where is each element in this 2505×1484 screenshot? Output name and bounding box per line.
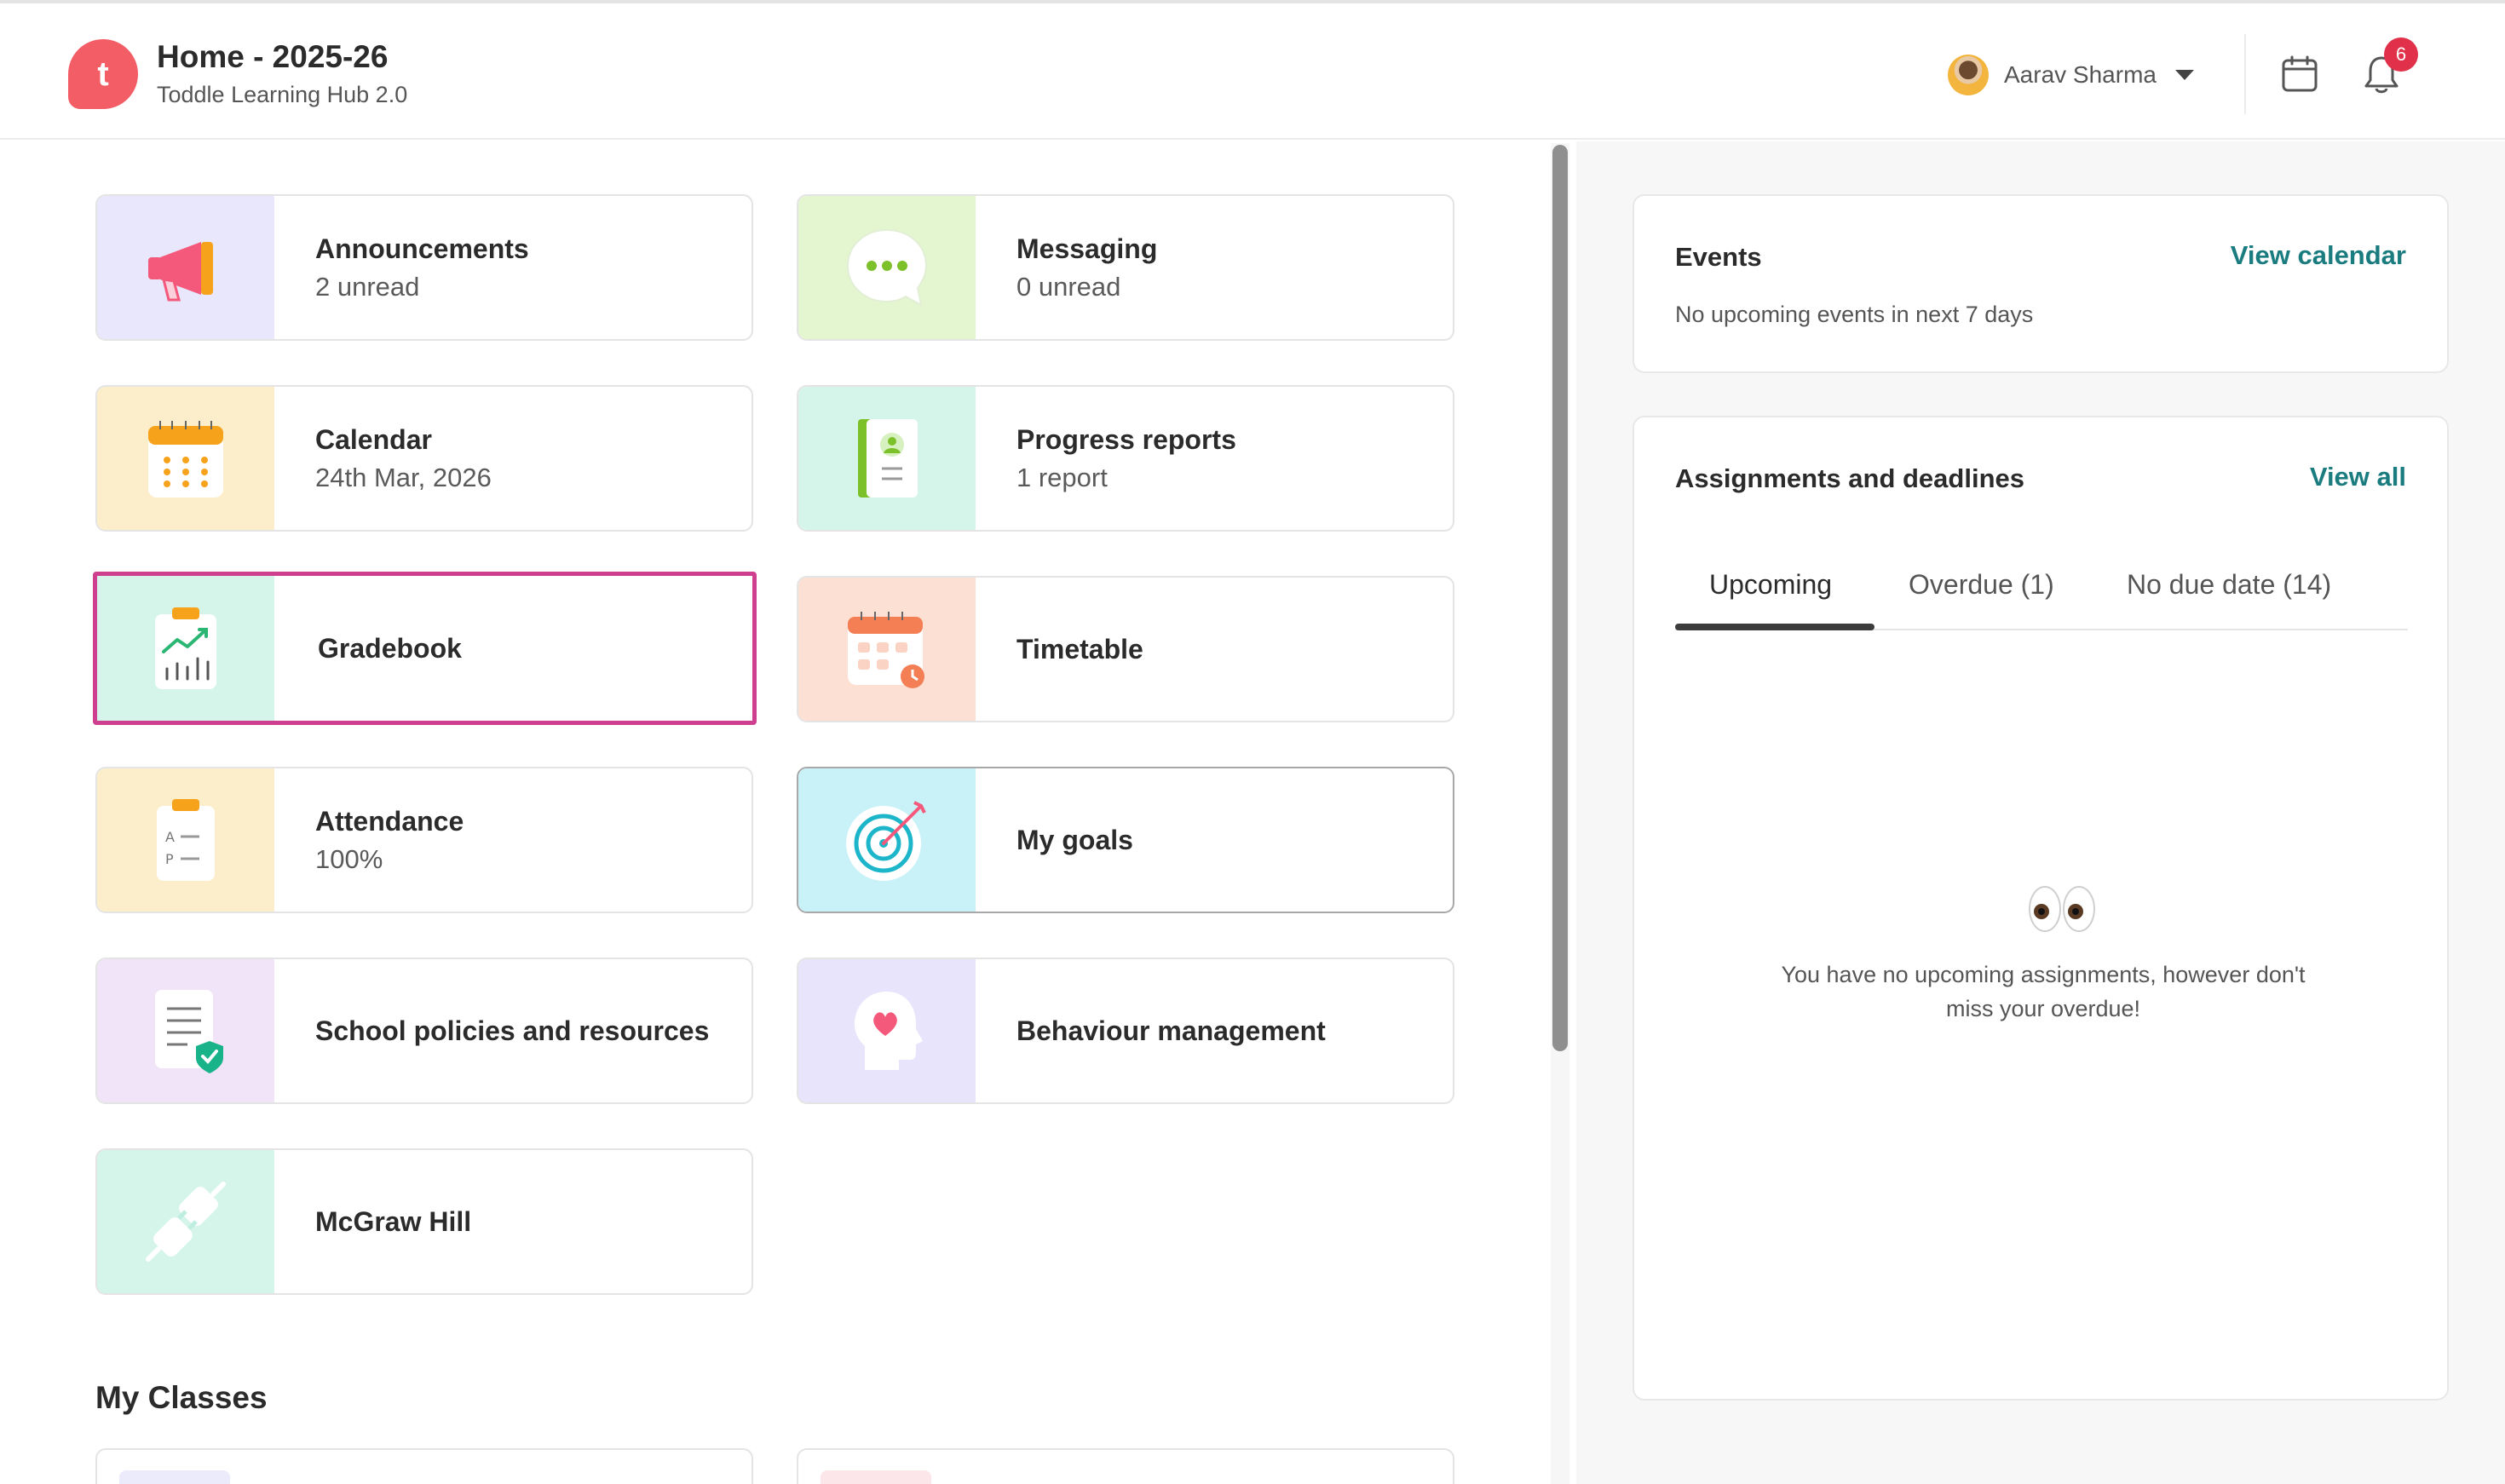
tile-title: McGraw Hill bbox=[315, 1205, 472, 1237]
tab-no-due-date[interactable]: No due date (14) bbox=[2127, 569, 2331, 601]
events-empty-text: No upcoming events in next 7 days bbox=[1675, 302, 2034, 327]
tile-messaging[interactable]: Messaging 0 unread bbox=[797, 194, 1454, 341]
events-card: Events View calendar No upcoming events … bbox=[1633, 194, 2449, 373]
tile-title: Calendar bbox=[315, 423, 432, 455]
tile-school-policies[interactable]: School policies and resources bbox=[95, 958, 753, 1104]
tile-title: Behaviour management bbox=[1016, 1015, 1326, 1046]
app-subtitle: Toddle Learning Hub 2.0 bbox=[157, 82, 408, 107]
tab-overdue[interactable]: Overdue (1) bbox=[1909, 569, 2054, 601]
class-card-thumb bbox=[119, 1470, 230, 1484]
tile-subtitle: 100% bbox=[315, 843, 383, 874]
notification-badge: 6 bbox=[2384, 37, 2418, 72]
gradebook-chart-icon bbox=[155, 607, 216, 689]
target-icon bbox=[846, 801, 926, 881]
attendance-clipboard-icon: A P bbox=[157, 799, 215, 881]
tile-subtitle: 2 unread bbox=[315, 271, 420, 302]
megaphone-icon bbox=[148, 242, 213, 302]
tile-title: Attendance bbox=[315, 805, 464, 837]
tile-mcgraw-hill[interactable]: McGraw Hill bbox=[95, 1148, 753, 1295]
top-header: t Home - 2025-26 Toddle Learning Hub 2.0… bbox=[0, 0, 2505, 140]
tab-upcoming[interactable]: Upcoming bbox=[1709, 569, 1832, 601]
eyes-icon bbox=[2029, 886, 2095, 932]
user-menu[interactable]: Aarav Sharma bbox=[1948, 53, 2194, 97]
class-card-thumb bbox=[821, 1470, 931, 1484]
avatar bbox=[1948, 55, 1989, 95]
tile-behaviour-management[interactable]: Behaviour management bbox=[797, 958, 1454, 1104]
tile-subtitle: 24th Mar, 2026 bbox=[315, 462, 492, 492]
head-heart-icon bbox=[855, 992, 923, 1070]
assignments-title: Assignments and deadlines bbox=[1675, 463, 2024, 493]
class-card[interactable] bbox=[797, 1448, 1454, 1484]
assignments-empty-line: You have no upcoming assignments, howeve… bbox=[1781, 962, 2306, 987]
tile-timetable[interactable]: Timetable bbox=[797, 576, 1454, 722]
report-book-icon bbox=[858, 419, 918, 498]
tile-gradebook[interactable]: Gradebook bbox=[93, 572, 757, 725]
timetable-icon bbox=[848, 612, 924, 688]
active-tab-indicator bbox=[1675, 624, 1874, 630]
my-classes-heading: My Classes bbox=[95, 1380, 268, 1415]
tile-title: Announcements bbox=[315, 233, 529, 264]
calendar-grid-icon bbox=[148, 421, 223, 498]
user-name: Aarav Sharma bbox=[2004, 61, 2157, 88]
tile-subtitle: 1 report bbox=[1016, 462, 1108, 492]
tile-title: Timetable bbox=[1016, 633, 1143, 664]
toddle-logo[interactable]: t bbox=[68, 39, 138, 109]
tile-title: Messaging bbox=[1016, 233, 1158, 264]
tile-title: My goals bbox=[1016, 824, 1133, 855]
tile-title: School policies and resources bbox=[315, 1015, 710, 1046]
calendar-icon[interactable] bbox=[2280, 55, 2319, 94]
tile-attendance[interactable]: A P Attendance 100% bbox=[95, 767, 753, 913]
plug-icon bbox=[146, 1182, 226, 1262]
assignments-empty-line: miss your overdue! bbox=[1945, 996, 2141, 1021]
class-card[interactable] bbox=[95, 1448, 753, 1484]
view-all-link[interactable]: View all bbox=[2310, 462, 2406, 492]
tile-title: Progress reports bbox=[1016, 423, 1236, 455]
view-calendar-link[interactable]: View calendar bbox=[2231, 240, 2406, 271]
right-pane: Events View calendar No upcoming events … bbox=[1576, 141, 2505, 1484]
svg-text:A: A bbox=[165, 829, 175, 845]
chevron-down-icon bbox=[2174, 70, 2194, 80]
tile-calendar[interactable]: Calendar 24th Mar, 2026 bbox=[95, 385, 753, 532]
tile-announcements[interactable]: Announcements 2 unread bbox=[95, 194, 753, 341]
page-title: Home - 2025-26 bbox=[157, 39, 389, 74]
svg-text:P: P bbox=[165, 851, 174, 867]
assignment-tabs: Upcoming Overdue (1) No due date (14) bbox=[1675, 545, 2408, 630]
tile-progress-reports[interactable]: Progress reports 1 report bbox=[797, 385, 1454, 532]
policy-document-icon bbox=[155, 990, 223, 1073]
tile-subtitle: 0 unread bbox=[1016, 271, 1121, 302]
main-scrollbar-thumb[interactable] bbox=[1552, 145, 1568, 1051]
tile-my-goals[interactable]: My goals bbox=[797, 767, 1454, 913]
chat-bubble-icon bbox=[846, 228, 928, 307]
header-divider bbox=[2244, 34, 2246, 114]
tile-title: Gradebook bbox=[318, 632, 462, 664]
events-title: Events bbox=[1675, 242, 1762, 272]
assignments-card: Assignments and deadlines View all Upcom… bbox=[1633, 416, 2449, 1401]
app-page: t Home - 2025-26 Toddle Learning Hub 2.0… bbox=[0, 0, 2505, 1484]
assignments-empty-text: You have no upcoming assignments, howeve… bbox=[1719, 958, 2367, 1026]
